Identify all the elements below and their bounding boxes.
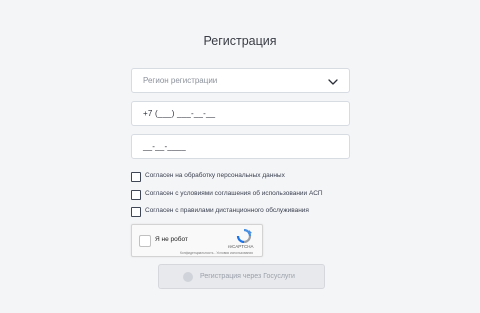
gosuslugi-icon xyxy=(183,272,193,282)
phone-input[interactable]: +7 (___) ___-__-__ xyxy=(131,101,350,126)
agreement-remote-service-label: Согласен с правилами дистанционного обсл… xyxy=(145,207,309,214)
code-input[interactable]: __-__-____ xyxy=(131,134,350,159)
recaptcha-terms-link[interactable]: Конфиденциальность - Условия использован… xyxy=(180,251,253,255)
recaptcha-brand: reCAPTCHA xyxy=(228,244,254,249)
recaptcha-label: Я не робот xyxy=(155,236,188,243)
agreement-asp-label: Согласен с условиями соглашения об испол… xyxy=(145,190,323,197)
agreement-personal-data-checkbox[interactable] xyxy=(131,172,141,182)
region-placeholder: Регион регистрации xyxy=(143,76,218,85)
chevron-down-icon[interactable] xyxy=(327,75,339,87)
agreement-remote-service-checkbox[interactable] xyxy=(131,207,141,217)
page-title: Регистрация xyxy=(203,34,277,48)
agreement-personal-data-label: Согласен на обработку персональных данны… xyxy=(145,172,285,179)
region-select[interactable]: Регион регистрации xyxy=(131,68,350,93)
recaptcha-logo-icon xyxy=(235,228,253,244)
phone-value: +7 (___) ___-__-__ xyxy=(143,109,216,118)
gosuslugi-register-label: Регистрация через Госуслуги xyxy=(200,273,295,280)
code-value: __-__-____ xyxy=(143,142,186,151)
gosuslugi-register-button[interactable]: Регистрация через Госуслуги xyxy=(158,264,325,289)
registration-page: Регистрация Регион регистрации +7 (___) … xyxy=(0,0,480,313)
recaptcha-widget: Я не робот reCAPTCHA Конфиденциальность … xyxy=(131,224,263,257)
agreement-asp-checkbox[interactable] xyxy=(131,190,141,200)
recaptcha-checkbox[interactable] xyxy=(139,235,151,247)
